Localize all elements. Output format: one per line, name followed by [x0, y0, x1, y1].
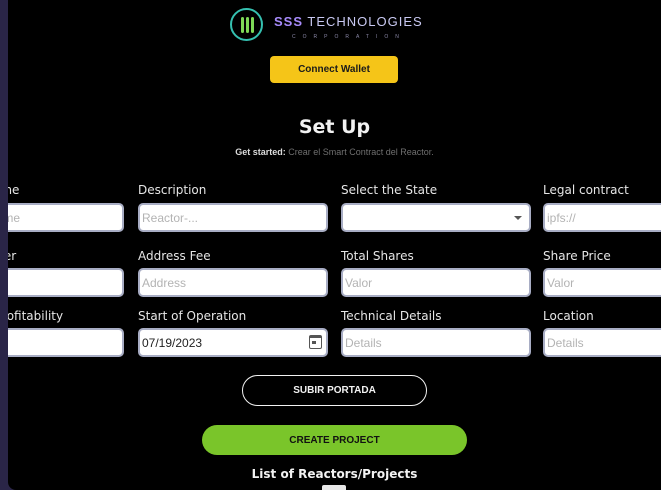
projects-list-item[interactable]: [322, 485, 346, 490]
projects-list-title: List of Reactors/Projects: [251, 467, 418, 481]
legal-contract-placeholder: ipfs://: [547, 210, 576, 225]
technical-details-placeholder: Details: [345, 335, 382, 350]
total-shares-label: Total Shares: [341, 249, 414, 263]
brand-name-highlight: SSS: [274, 14, 304, 29]
address-fee-input[interactable]: Address: [138, 268, 328, 297]
name-label: Name: [8, 183, 20, 197]
brand-name: SSS TECHNOLOGIES: [274, 14, 423, 29]
page-subtitle: Get started: Crear el Smart Contract del…: [8, 147, 661, 157]
create-project-button[interactable]: CREATE PROJECT: [202, 425, 467, 455]
technical-details-input[interactable]: Details: [341, 328, 531, 357]
share-price-placeholder: Valor: [547, 275, 575, 290]
subtitle-text: Crear el Smart Contract del Reactor.: [285, 147, 434, 157]
select-state-label: Select the State: [341, 183, 438, 197]
description-input[interactable]: Reactor-...: [138, 203, 328, 232]
brand-logo: SSS TECHNOLOGIES CORPORATION: [224, 4, 464, 44]
share-price-label: Share Price: [543, 249, 611, 263]
technical-details-label: Technical Details: [341, 309, 442, 323]
location-label: Location: [543, 309, 594, 323]
share-price-input[interactable]: Valor: [543, 268, 661, 297]
start-of-operation-value: 07/19/2023: [142, 335, 203, 350]
name-placeholder: Name: [8, 210, 21, 225]
logo-emblem-icon: [230, 8, 263, 41]
brand-subtitle: CORPORATION: [292, 34, 406, 40]
start-of-operation-label: Start of Operation: [138, 309, 247, 323]
select-state-dropdown[interactable]: [341, 203, 531, 232]
calendar-icon[interactable]: [309, 335, 322, 349]
legal-contract-input[interactable]: ipfs://: [543, 203, 661, 232]
chevron-down-icon: [514, 216, 522, 220]
profitability-input[interactable]: [8, 328, 124, 357]
name-input[interactable]: Name: [8, 203, 124, 232]
description-label: Description: [138, 183, 207, 197]
main-panel: SSS TECHNOLOGIES CORPORATION Connect Wal…: [8, 0, 661, 490]
connect-wallet-button[interactable]: Connect Wallet: [270, 56, 398, 83]
address-fee-label: Address Fee: [138, 249, 211, 263]
address-fee-placeholder: Address: [142, 275, 187, 290]
start-of-operation-date-input[interactable]: 07/19/2023: [138, 328, 328, 357]
page-title: Set Up: [298, 116, 371, 138]
profitability-label: Profitability: [8, 309, 64, 323]
legal-contract-label: Legal contract: [543, 183, 629, 197]
location-input[interactable]: Details: [543, 328, 661, 357]
brand-name-rest: TECHNOLOGIES: [303, 14, 423, 29]
description-placeholder: Reactor-...: [142, 210, 199, 225]
location-placeholder: Details: [547, 335, 584, 350]
total-shares-placeholder: Valor: [345, 275, 373, 290]
upload-cover-button[interactable]: SUBIR PORTADA: [242, 375, 427, 406]
owner-input[interactable]: [8, 268, 124, 297]
subtitle-bold: Get started:: [235, 147, 286, 157]
owner-label: Owner: [8, 249, 17, 263]
total-shares-input[interactable]: Valor: [341, 268, 531, 297]
